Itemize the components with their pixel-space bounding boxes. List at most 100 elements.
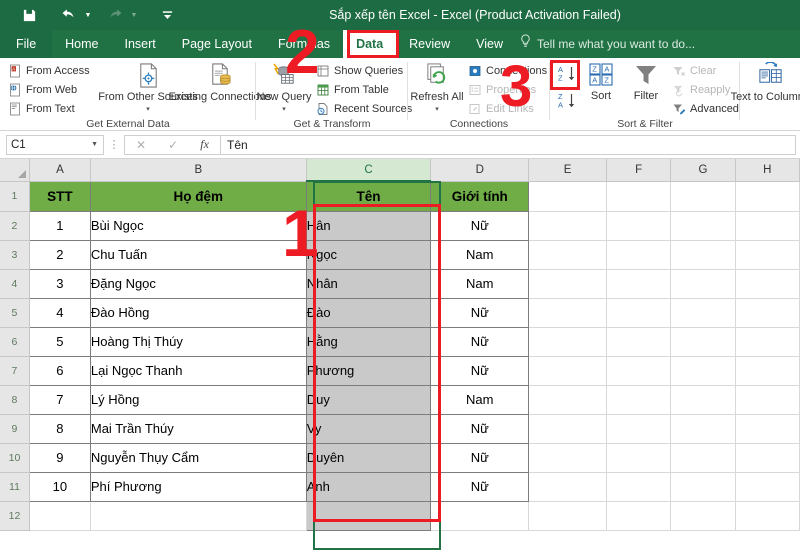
cell-h4[interactable]: [734, 268, 800, 299]
sort-az-button[interactable]: AZ: [554, 62, 580, 86]
cell-g8[interactable]: [670, 384, 736, 415]
cell-e10[interactable]: [528, 442, 608, 473]
cell-g10[interactable]: [670, 442, 736, 473]
cell-d11[interactable]: Nữ: [430, 471, 530, 502]
connections-button[interactable]: Connections: [466, 61, 549, 80]
cell-e7[interactable]: [528, 355, 608, 386]
cell-c5[interactable]: Đào: [305, 297, 432, 328]
cell-e5[interactable]: [528, 297, 608, 328]
cell-a12[interactable]: [28, 500, 91, 531]
column-header-b[interactable]: B: [90, 159, 307, 182]
cell-h11[interactable]: [734, 471, 800, 502]
edit-links-button[interactable]: Edit Links: [466, 99, 549, 118]
cell-b12[interactable]: [89, 500, 307, 531]
refresh-all-button[interactable]: Refresh All ▾: [410, 62, 464, 117]
row-header-8[interactable]: 8: [0, 385, 30, 415]
cell-g4[interactable]: [670, 268, 736, 299]
cell-b7[interactable]: Lại Ngọc Thanh: [89, 355, 307, 386]
cell-h8[interactable]: [734, 384, 800, 415]
cell-f9[interactable]: [606, 413, 672, 444]
cell-c12[interactable]: [305, 500, 432, 531]
column-header-g[interactable]: G: [670, 159, 736, 182]
column-header-e[interactable]: E: [528, 159, 608, 182]
row-header-3[interactable]: 3: [0, 240, 30, 270]
from-table-button[interactable]: From Table: [314, 80, 414, 99]
cell-f12[interactable]: [606, 500, 672, 531]
from-access-button[interactable]: A From Access: [6, 61, 92, 80]
cell-g5[interactable]: [670, 297, 736, 328]
cell-a8[interactable]: 7: [28, 384, 91, 415]
row-header-1[interactable]: 1: [0, 181, 30, 212]
cell-g3[interactable]: [670, 239, 736, 270]
tell-me-box[interactable]: Tell me what you want to do...: [520, 30, 695, 58]
cell-f2[interactable]: [606, 210, 672, 241]
name-box-dropdown-icon[interactable]: ▼: [91, 141, 98, 148]
tab-view[interactable]: View: [463, 30, 516, 58]
refresh-all-caret-icon[interactable]: ▾: [435, 104, 439, 117]
row-header-10[interactable]: 10: [0, 443, 30, 473]
from-text-button[interactable]: From Text: [6, 99, 92, 118]
cell-a4[interactable]: 3: [28, 268, 91, 299]
cell-a2[interactable]: 1: [28, 210, 91, 241]
enter-icon[interactable]: ✓: [168, 138, 178, 152]
recent-sources-button[interactable]: Recent Sources: [314, 99, 414, 118]
row-header-2[interactable]: 2: [0, 211, 30, 241]
filter-button[interactable]: Filter: [626, 62, 666, 103]
cell-d10[interactable]: Nữ: [430, 442, 530, 473]
tab-file[interactable]: File: [0, 30, 53, 58]
cell-g11[interactable]: [670, 471, 736, 502]
cell-e12[interactable]: [528, 500, 608, 531]
cell-h9[interactable]: [734, 413, 800, 444]
cell-b9[interactable]: Mai Trần Thúy: [89, 413, 307, 444]
cell-a7[interactable]: 6: [28, 355, 91, 386]
cell-e11[interactable]: [528, 471, 608, 502]
cell-f1[interactable]: [606, 180, 672, 212]
cell-c2[interactable]: Hân: [305, 210, 432, 241]
cell-b2[interactable]: Bùi Ngọc: [89, 210, 307, 241]
cell-d3[interactable]: Nam: [430, 239, 530, 270]
tab-insert[interactable]: Insert: [112, 30, 169, 58]
cell-a9[interactable]: 8: [28, 413, 91, 444]
formula-input[interactable]: Tên: [220, 134, 796, 155]
tab-review[interactable]: Review: [396, 30, 463, 58]
row-header-12[interactable]: 12: [0, 501, 30, 531]
properties-button[interactable]: Properties: [466, 80, 549, 99]
cell-b6[interactable]: Hoàng Thị Thúy: [89, 326, 307, 357]
cell-h5[interactable]: [734, 297, 800, 328]
cell-f6[interactable]: [606, 326, 672, 357]
new-query-caret-icon[interactable]: ▾: [282, 104, 286, 117]
text-to-columns-button[interactable]: Text to Columns: [731, 62, 800, 104]
cell-d8[interactable]: Nam: [430, 384, 530, 415]
cell-g9[interactable]: [670, 413, 736, 444]
cell-d12[interactable]: [430, 500, 530, 531]
sort-za-button[interactable]: ZA: [554, 89, 580, 113]
cell-h12[interactable]: [734, 500, 800, 531]
existing-connections-button[interactable]: Existing Connections: [169, 62, 271, 104]
cell-f10[interactable]: [606, 442, 672, 473]
row-header-11[interactable]: 11: [0, 472, 30, 502]
cell-b10[interactable]: Nguyễn Thụy Cẩm: [89, 442, 307, 473]
tab-page-layout[interactable]: Page Layout: [169, 30, 265, 58]
cell-b1[interactable]: Họ đệm: [89, 180, 307, 212]
cell-d7[interactable]: Nữ: [430, 355, 530, 386]
cell-g2[interactable]: [670, 210, 736, 241]
cell-e9[interactable]: [528, 413, 608, 444]
cell-b5[interactable]: Đào Hồng: [89, 297, 307, 328]
cell-f5[interactable]: [606, 297, 672, 328]
cell-e6[interactable]: [528, 326, 608, 357]
row-header-5[interactable]: 5: [0, 298, 30, 328]
cell-c7[interactable]: Phương: [305, 355, 432, 386]
cell-e8[interactable]: [528, 384, 608, 415]
row-header-7[interactable]: 7: [0, 356, 30, 386]
cell-h6[interactable]: [734, 326, 800, 357]
cell-e1[interactable]: [528, 180, 608, 212]
cell-f4[interactable]: [606, 268, 672, 299]
column-header-d[interactable]: D: [430, 159, 530, 182]
cell-b11[interactable]: Phí Phương: [89, 471, 307, 502]
cell-b8[interactable]: Lý Hồng: [89, 384, 307, 415]
cell-c8[interactable]: Duy: [305, 384, 432, 415]
tab-formulas[interactable]: Formulas: [265, 30, 343, 58]
cell-d2[interactable]: Nữ: [430, 210, 530, 241]
cell-a1[interactable]: STT: [28, 180, 91, 212]
cell-d4[interactable]: Nam: [430, 268, 530, 299]
